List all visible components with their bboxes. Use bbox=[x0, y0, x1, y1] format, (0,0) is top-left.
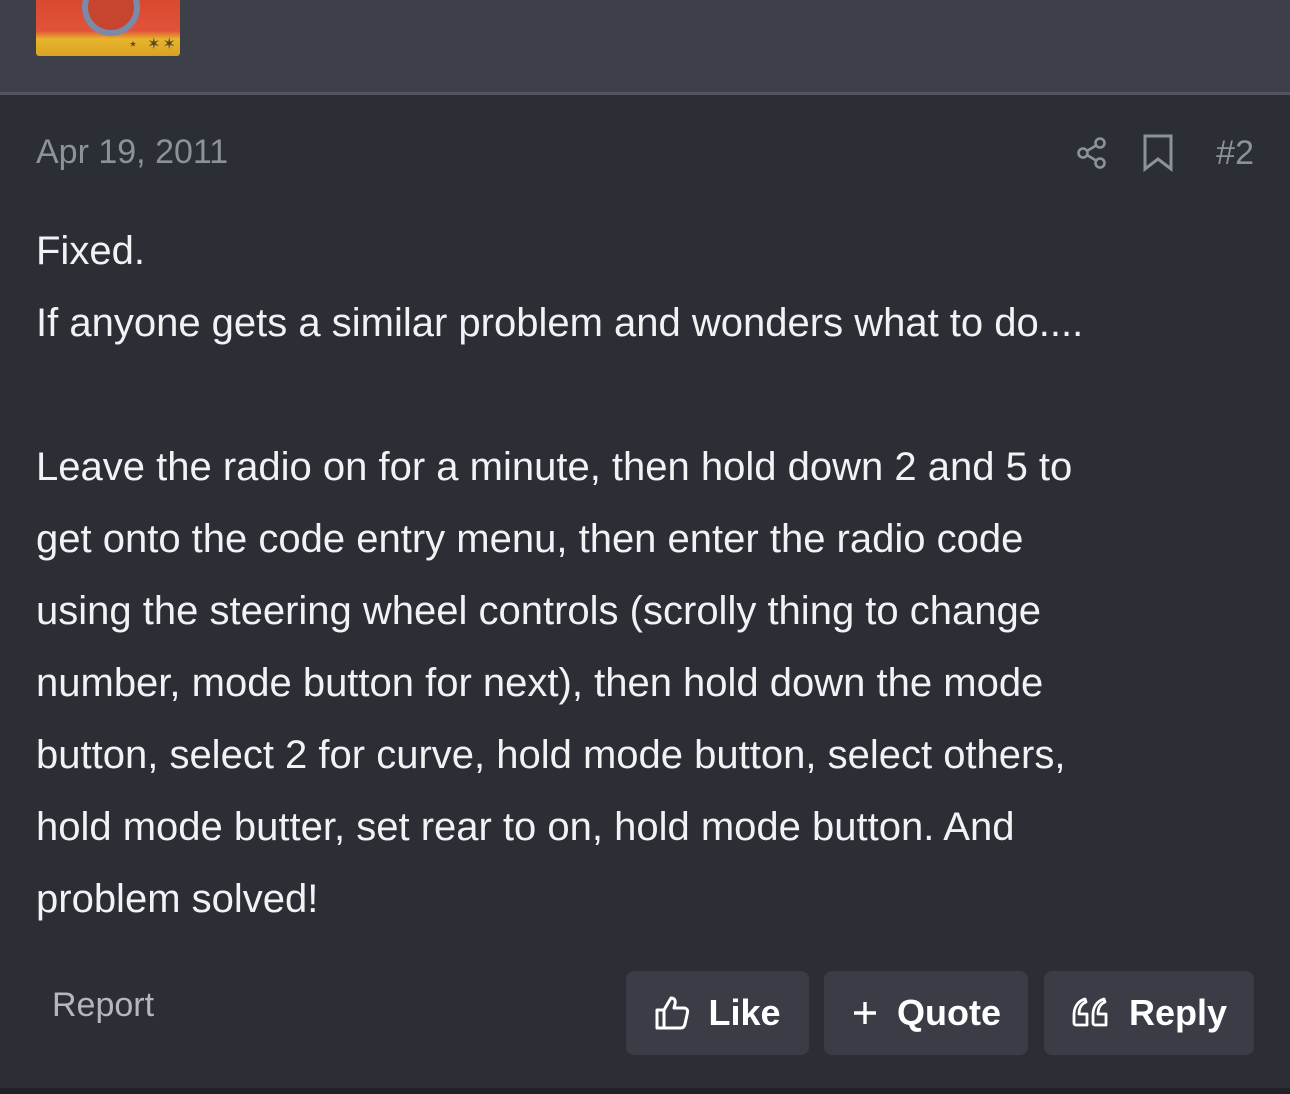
bookmark-button[interactable] bbox=[1138, 133, 1178, 173]
like-label: Like bbox=[708, 992, 781, 1033]
post-line: If anyone gets a similar problem and won… bbox=[36, 301, 1084, 345]
post-line: Fixed. bbox=[36, 229, 145, 273]
share-icon bbox=[1077, 137, 1106, 169]
post-line: hold mode butter, set rear to on, hold m… bbox=[36, 805, 1015, 849]
avatar-graphic bbox=[82, 0, 140, 36]
post-line: Leave the radio on for a minute, then ho… bbox=[36, 445, 1073, 489]
quote-label: Quote bbox=[897, 992, 1001, 1033]
reply-label: Reply bbox=[1128, 992, 1228, 1033]
post-date[interactable]: Apr 19, 2011 bbox=[36, 133, 228, 172]
plus-icon bbox=[854, 1002, 876, 1024]
post-line: problem solved! bbox=[36, 877, 319, 921]
report-link[interactable]: Report bbox=[52, 986, 154, 1025]
post-line: using the steering wheel controls (scrol… bbox=[36, 589, 1041, 633]
post-meta-bar: Apr 19, 2011 #2 bbox=[0, 95, 1290, 215]
previous-post-user-strip: ⋆ ✶✶ bbox=[0, 0, 1290, 95]
post-footer: Report Like Quote Reply bbox=[0, 968, 1290, 1058]
quote-marks-icon bbox=[1072, 997, 1108, 1027]
post-meta-actions: #2 bbox=[1072, 133, 1254, 173]
quote-button[interactable]: Quote bbox=[824, 971, 1028, 1055]
share-button[interactable] bbox=[1072, 133, 1112, 173]
like-button[interactable]: Like bbox=[626, 971, 809, 1055]
avatar-mark: ⋆ ✶✶ bbox=[128, 34, 178, 53]
avatar[interactable]: ⋆ ✶✶ bbox=[36, 0, 180, 56]
post-number-link[interactable]: #2 bbox=[1216, 134, 1254, 173]
reply-button[interactable]: Reply bbox=[1044, 971, 1254, 1055]
bookmark-icon bbox=[1143, 134, 1173, 172]
post-line: number, mode button for next), then hold… bbox=[36, 661, 1044, 705]
post-body: Fixed. If anyone gets a similar problem … bbox=[36, 215, 1256, 935]
post-line: get onto the code entry menu, then enter… bbox=[36, 517, 1024, 561]
forum-post-page: ⋆ ✶✶ Apr 19, 2011 #2 Fixed. If anyone ge… bbox=[0, 0, 1290, 1094]
thumbs-up-icon bbox=[655, 996, 690, 1030]
post-line: button, select 2 for curve, hold mode bu… bbox=[36, 733, 1066, 777]
post-divider bbox=[0, 1088, 1290, 1094]
